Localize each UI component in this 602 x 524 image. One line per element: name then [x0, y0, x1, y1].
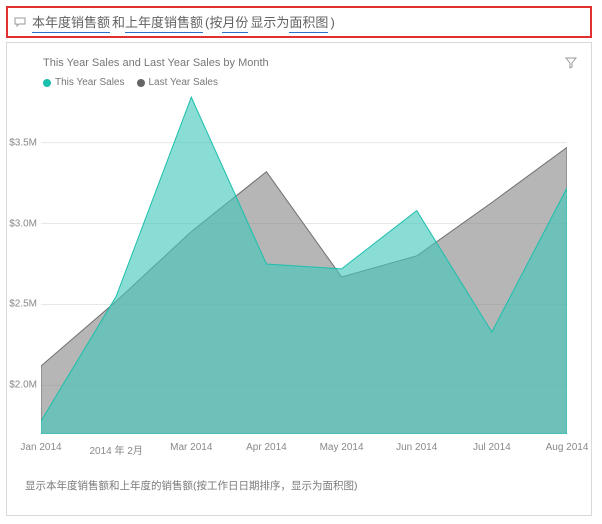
x-tick-label: Aug 2014: [546, 442, 589, 453]
y-tick-label: $2.5M: [9, 299, 41, 310]
x-tick-label: 2014 年 2月: [89, 442, 142, 457]
legend-label: Last Year Sales: [149, 77, 219, 88]
qna-token: 上年度销售额: [125, 12, 203, 33]
qna-input[interactable]: 本年度销售额和上年度销售额(按月份显示为面积图): [6, 6, 592, 38]
x-tick-label: Apr 2014: [246, 442, 287, 453]
legend-item: This Year Sales: [43, 77, 125, 88]
qna-token: 本年度销售额: [32, 12, 110, 33]
x-tick-label: Jun 2014: [396, 442, 437, 453]
y-tick-label: $3.5M: [9, 137, 41, 148]
chart-title: This Year Sales and Last Year Sales by M…: [43, 57, 579, 69]
legend-label: This Year Sales: [55, 77, 125, 88]
qna-token: 面积图: [289, 12, 328, 33]
x-tick-label: Mar 2014: [170, 442, 212, 453]
y-tick-label: $2.0M: [9, 380, 41, 391]
qna-token: 和: [112, 12, 125, 31]
comment-icon: [14, 17, 26, 27]
qna-token: 月份: [222, 12, 248, 33]
chart-card: This Year Sales and Last Year Sales by M…: [6, 42, 592, 516]
qna-token: 显示为: [250, 12, 289, 31]
chart-legend: This Year Sales Last Year Sales: [43, 77, 579, 88]
x-tick-label: Jul 2014: [473, 442, 511, 453]
x-tick-label: Jan 2014: [20, 442, 61, 453]
filter-icon[interactable]: [565, 57, 577, 69]
qna-query-text: 本年度销售额和上年度销售额(按月份显示为面积图): [32, 12, 335, 33]
y-tick-label: $3.0M: [9, 218, 41, 229]
restatement-text: 显示本年度销售额和上年度的销售额(按工作日日期排序，显示为面积图): [25, 478, 579, 493]
x-tick-label: May 2014: [320, 442, 364, 453]
legend-swatch: [43, 79, 51, 87]
area-chart: $2.0M$2.5M$3.0M$3.5M: [41, 94, 567, 434]
legend-item: Last Year Sales: [137, 77, 219, 88]
qna-token: (按: [205, 12, 222, 31]
x-axis-labels: Jan 20142014 年 2月Mar 2014Apr 2014May 201…: [41, 442, 567, 456]
qna-token: ): [330, 15, 334, 30]
legend-swatch: [137, 79, 145, 87]
